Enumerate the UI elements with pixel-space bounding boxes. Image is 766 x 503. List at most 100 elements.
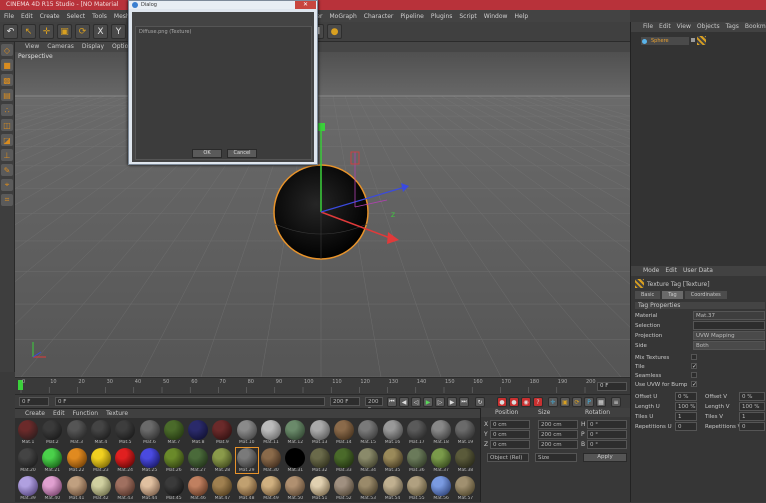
material-swatch[interactable]: Mat.6 (139, 420, 161, 445)
visibility-dot-icon[interactable] (691, 38, 695, 42)
material-link-field[interactable]: Mat.37 (693, 311, 765, 320)
coord-rotation-field[interactable]: 0 ° (587, 430, 627, 439)
material-swatch[interactable]: Mat.22 (66, 448, 88, 473)
key-scale-icon[interactable]: ▣ (560, 397, 570, 407)
material-swatch[interactable]: Mat.39 (17, 476, 39, 501)
locked-workplane-icon[interactable]: ⌗ (1, 194, 13, 206)
perspective-viewport[interactable]: Z Perspective (15, 52, 630, 377)
timeline-ruler[interactable]: 0 10 20 30 40 50 60 70 80 90 100 110 120 130 140 150 160… (15, 377, 630, 394)
tile-checkbox[interactable]: ✓ (691, 363, 697, 370)
coord-rotation-field[interactable]: 0 ° (587, 440, 627, 449)
loop-icon[interactable]: ↻ (475, 397, 485, 407)
menu-help[interactable]: Help (514, 13, 528, 20)
material-swatch[interactable]: Mat.36 (406, 448, 428, 473)
seamless-checkbox[interactable] (691, 372, 697, 378)
material-swatch[interactable]: Mat.12 (284, 420, 306, 445)
mix-textures-checkbox[interactable] (691, 354, 697, 360)
material-swatch[interactable]: Mat.27 (187, 448, 209, 473)
menu-plugins[interactable]: Plugins (431, 13, 453, 20)
material-swatch[interactable]: Mat.11 (260, 420, 282, 445)
selection-field[interactable] (693, 321, 765, 330)
coord-size-mode-select[interactable]: Size (535, 453, 577, 462)
auto-key-icon[interactable]: ● (509, 397, 519, 407)
material-swatch[interactable]: Mat.45 (163, 476, 185, 501)
make-editable-icon[interactable]: ◇ (1, 44, 13, 56)
goto-end-icon[interactable]: ⏭ (459, 397, 469, 407)
prev-key-icon[interactable]: ◀ (399, 397, 409, 407)
next-frame-icon[interactable]: ▷ (435, 397, 445, 407)
material-swatch[interactable]: Mat.57 (454, 476, 476, 501)
coord-size-field[interactable]: 200 cm (538, 430, 578, 439)
material-swatch[interactable]: Mat.14 (333, 420, 355, 445)
material-swatch[interactable]: Mat.38 (454, 448, 476, 473)
material-swatch[interactable]: Mat.15 (357, 420, 379, 445)
material-swatch[interactable]: Mat.34 (357, 448, 379, 473)
dialog-close-button[interactable]: ✕ (295, 1, 316, 9)
material-swatch[interactable]: Mat.35 (382, 448, 404, 473)
key-rotation-icon[interactable]: ⟳ (572, 397, 582, 407)
material-swatch[interactable]: Mat.48 (236, 476, 258, 501)
material-swatch[interactable]: Mat.23 (90, 448, 112, 473)
tiles-v-field[interactable]: 1 (739, 412, 765, 421)
material-swatch[interactable]: Mat.47 (211, 476, 233, 501)
offset-v-field[interactable]: 0 % (739, 392, 765, 401)
material-menu-function[interactable]: Function (73, 409, 99, 418)
menu-file[interactable]: File (4, 13, 14, 20)
material-swatch[interactable]: Mat.7 (163, 420, 185, 445)
length-v-field[interactable]: 100 % (739, 402, 765, 411)
coord-position-field[interactable]: 0 cm (490, 420, 530, 429)
material-swatch[interactable]: Mat.46 (187, 476, 209, 501)
object-menu-bookmarks[interactable]: Bookmarks (745, 22, 766, 32)
material-swatch[interactable]: Mat.50 (284, 476, 306, 501)
snap-icon[interactable]: ⌖ (1, 179, 13, 191)
dialog-ok-button[interactable]: OK (192, 149, 222, 158)
enable-axis-icon[interactable]: ⊥ (1, 149, 13, 161)
material-swatch[interactable]: Mat.51 (309, 476, 331, 501)
x-axis-icon[interactable]: X (93, 24, 108, 39)
tiles-u-field[interactable]: 1 (675, 412, 697, 421)
next-key-icon[interactable]: ▶ (447, 397, 457, 407)
material-swatch[interactable]: Mat.2 (41, 420, 63, 445)
material-swatch[interactable]: Mat.26 (163, 448, 185, 473)
material-swatch[interactable]: Mat.41 (66, 476, 88, 501)
key-position-icon[interactable]: ✛ (548, 397, 558, 407)
texture-mode-icon[interactable]: ▩ (1, 74, 13, 86)
timeline-end-field[interactable]: 0 F (597, 382, 627, 391)
material-swatch[interactable]: Mat.33 (333, 448, 355, 473)
material-swatch[interactable]: Mat.37 (430, 448, 452, 473)
workplane-icon[interactable]: ▤ (1, 89, 13, 101)
y-axis-icon[interactable]: Y (111, 24, 126, 39)
material-menu-create[interactable]: Create (25, 409, 45, 418)
material-swatch[interactable]: Mat.8 (187, 420, 209, 445)
material-swatch[interactable]: Mat.29 (234, 447, 259, 474)
tweak-icon[interactable]: ✎ (1, 164, 13, 176)
menu-edit[interactable]: Edit (21, 13, 33, 20)
help-key-icon[interactable]: ? (533, 397, 543, 407)
goto-start-icon[interactable]: ⏮ (387, 397, 397, 407)
material-swatch[interactable]: Mat.25 (139, 448, 161, 473)
model-mode-icon[interactable]: ■ (1, 59, 13, 71)
material-swatch[interactable]: Mat.52 (333, 476, 355, 501)
repetitions-u-field[interactable]: 0 (675, 422, 697, 431)
attribute-menu-edit[interactable]: Edit (665, 266, 677, 276)
attribute-menu-user-data[interactable]: User Data (683, 266, 713, 276)
material-swatch[interactable]: Mat.56 (430, 476, 452, 501)
object-menu-view[interactable]: View (677, 22, 691, 32)
menu-pipeline[interactable]: Pipeline (400, 13, 423, 20)
material-swatch[interactable]: Mat.18 (430, 420, 452, 445)
coord-rotation-field[interactable]: 0 ° (587, 420, 627, 429)
material-swatch[interactable]: Mat.44 (139, 476, 161, 501)
menu-create[interactable]: Create (40, 13, 60, 20)
object-menu-edit[interactable]: Edit (659, 22, 671, 32)
polygons-mode-icon[interactable]: ◪ (1, 134, 13, 146)
viewport-menu-cameras[interactable]: Cameras (47, 42, 74, 52)
material-swatch[interactable]: Mat.54 (382, 476, 404, 501)
object-menu-file[interactable]: File (643, 22, 653, 32)
projection-select[interactable]: UVW Mapping (693, 331, 765, 340)
menu-window[interactable]: Window (484, 13, 508, 20)
menu-mograph[interactable]: MoGraph (330, 13, 357, 20)
texture-tag-icon[interactable] (697, 36, 706, 45)
scheme-icon[interactable]: ≡ (611, 397, 621, 407)
menu-select[interactable]: Select (67, 13, 86, 20)
material-swatch[interactable]: Mat.49 (260, 476, 282, 501)
